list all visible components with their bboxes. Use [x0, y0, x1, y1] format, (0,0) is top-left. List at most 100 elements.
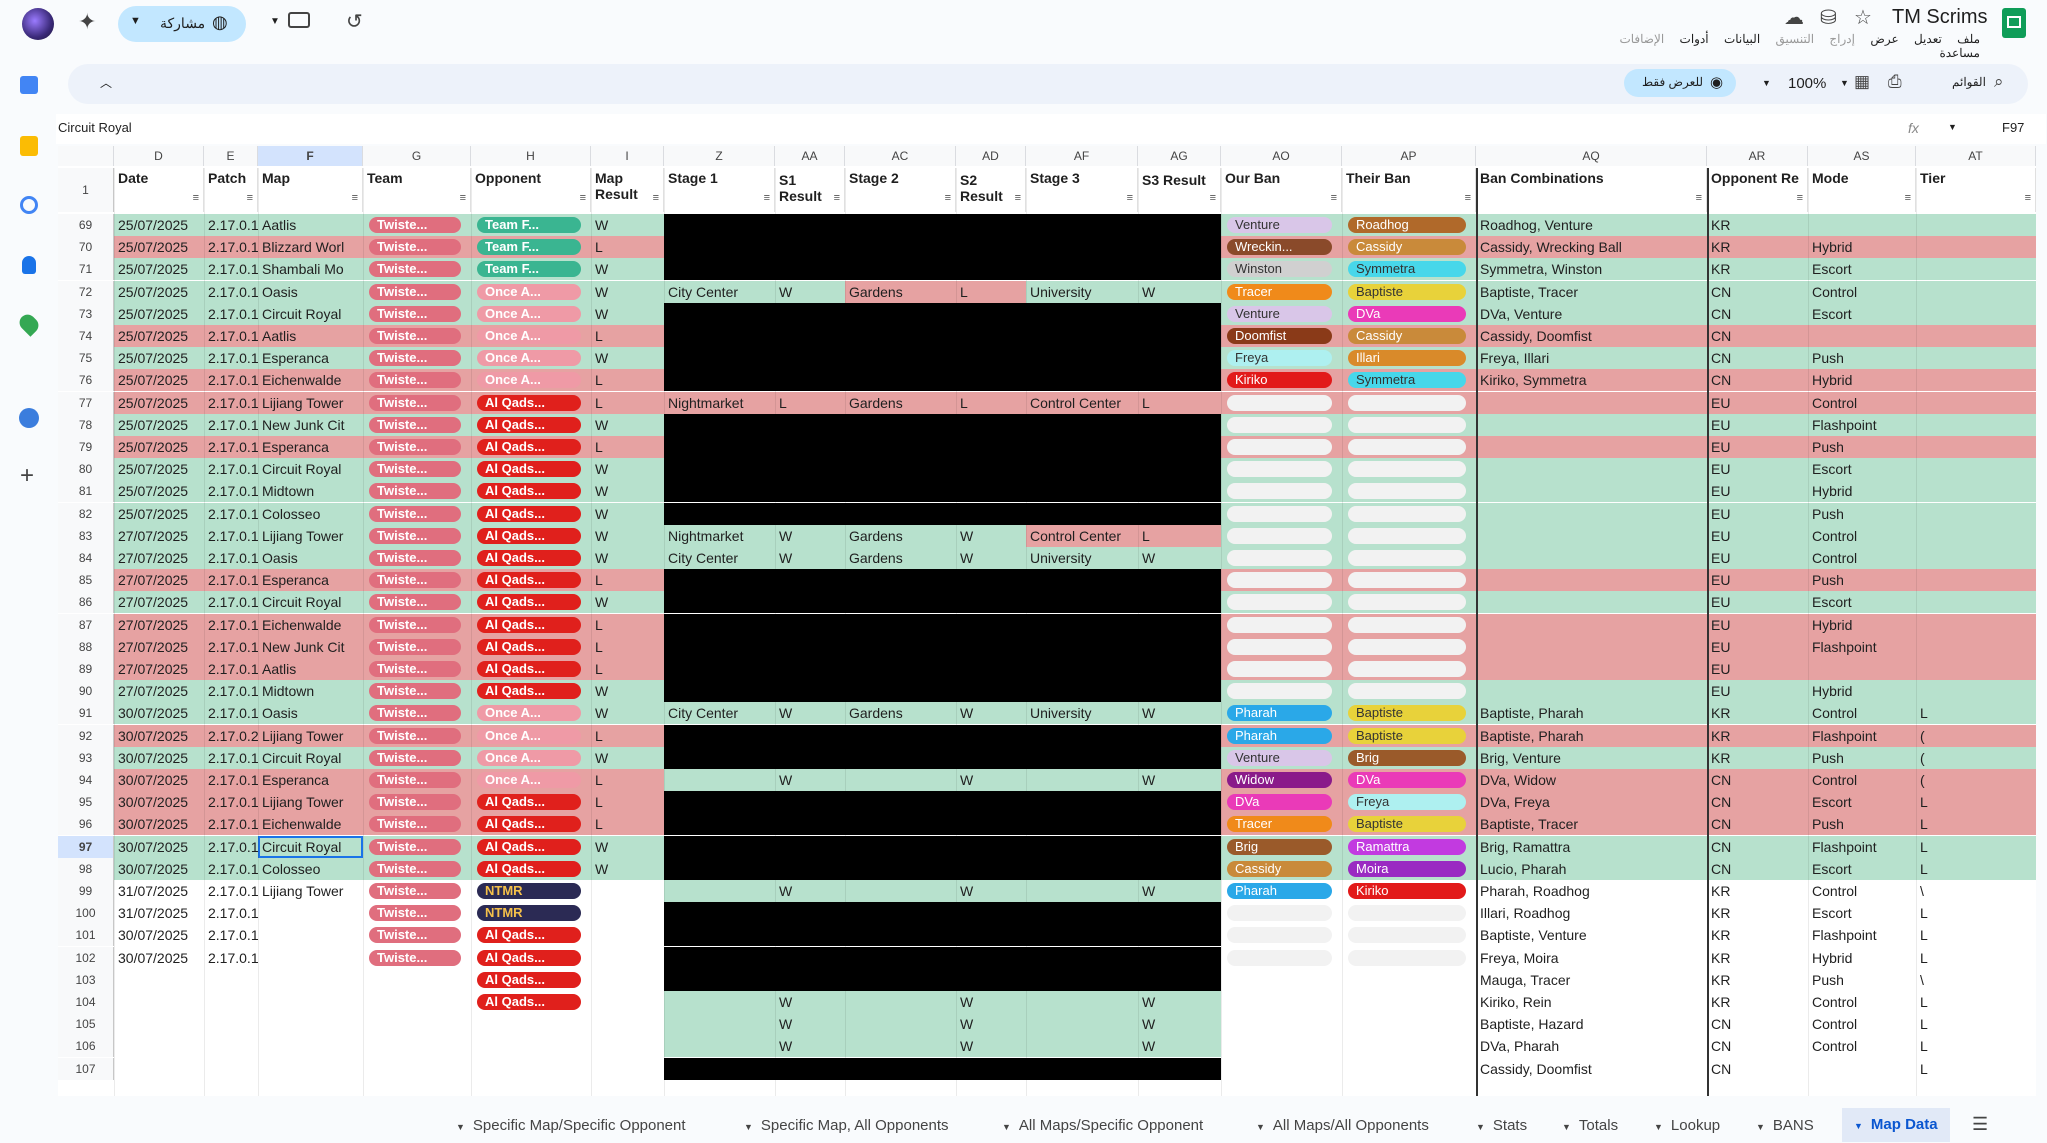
- opponent-chip[interactable]: Al Qads...: [477, 971, 581, 988]
- their-ban-chip[interactable]: Freya: [1348, 794, 1466, 811]
- cell-date[interactable]: 27/07/2025: [114, 547, 204, 569]
- empty-ban-chip[interactable]: [1348, 416, 1466, 433]
- cell-region[interactable]: CN: [1707, 303, 1808, 325]
- our-ban-chip[interactable]: Venture: [1227, 749, 1332, 766]
- cell-r1[interactable]: W: [775, 547, 845, 569]
- cell-region[interactable]: EU: [1707, 547, 1808, 569]
- cell-patch[interactable]: 2.17.0.1: [204, 791, 258, 813]
- empty-ban-chip[interactable]: [1348, 616, 1466, 633]
- opponent-chip[interactable]: Al Qads...: [477, 461, 581, 478]
- calculator-icon[interactable]: ▦: [1854, 70, 1870, 94]
- cell-region[interactable]: CN: [1707, 858, 1808, 880]
- cell-ban[interactable]: Cassidy, Doomfist: [1476, 1058, 1707, 1080]
- cell-mode[interactable]: Control: [1808, 769, 1916, 791]
- chevron-down-icon[interactable]: ▼: [1762, 78, 1771, 88]
- cell-map[interactable]: Aatlis: [258, 214, 363, 236]
- cell-patch[interactable]: 2.17.0.1: [204, 702, 258, 724]
- cell-map[interactable]: Oasis: [258, 281, 363, 303]
- opponent-chip[interactable]: Al Qads...: [477, 638, 581, 655]
- column-header[interactable]: AR: [1707, 146, 1808, 166]
- menu-format[interactable]: التنسيق: [1776, 32, 1815, 46]
- cell-ban[interactable]: Roadhog, Venture: [1476, 214, 1707, 236]
- cell-tier[interactable]: L: [1916, 836, 2036, 858]
- cell-ban[interactable]: Cassidy, Wrecking Ball: [1476, 236, 1707, 258]
- cell-mode[interactable]: Flashpoint: [1808, 836, 1916, 858]
- row-number[interactable]: 76: [58, 369, 114, 392]
- cell-ban[interactable]: Pharah, Roadhog: [1476, 880, 1707, 902]
- opponent-chip[interactable]: Once A...: [477, 772, 581, 788]
- cell-ban[interactable]: Baptiste, Tracer: [1476, 813, 1707, 835]
- cell-region[interactable]: EU: [1707, 658, 1808, 680]
- row-number[interactable]: 100: [58, 902, 114, 925]
- cell-date[interactable]: 25/07/2025: [114, 503, 204, 525]
- cell-r3[interactable]: W: [1138, 1035, 1221, 1057]
- cell-region[interactable]: EU: [1707, 636, 1808, 658]
- cell-patch[interactable]: 2.17.0.1: [204, 547, 258, 569]
- cell-ban[interactable]: Freya, Illari: [1476, 347, 1707, 369]
- row-number[interactable]: 69: [58, 214, 114, 236]
- cell-patch[interactable]: 2.17.0.1: [204, 414, 258, 436]
- team-chip[interactable]: Twiste...: [369, 305, 461, 322]
- cell-res[interactable]: L: [591, 791, 664, 813]
- collapse-menu-icon[interactable]: ︿: [100, 74, 112, 91]
- cell-patch[interactable]: 2.17.0.1: [204, 858, 258, 880]
- cell-r3[interactable]: W: [1138, 1013, 1221, 1035]
- team-chip[interactable]: Twiste...: [369, 572, 461, 589]
- row-number[interactable]: 97: [58, 835, 114, 858]
- team-chip[interactable]: Twiste...: [369, 350, 461, 367]
- cell-res[interactable]: W: [591, 480, 664, 502]
- menu-help[interactable]: مساعدة: [1939, 46, 1980, 60]
- cell-r1[interactable]: W: [775, 1035, 845, 1057]
- cell-region[interactable]: EU: [1707, 503, 1808, 525]
- cell-mode[interactable]: Escort: [1808, 791, 1916, 813]
- empty-ban-chip[interactable]: [1348, 949, 1466, 966]
- sheet-tab[interactable]: ▼ Specific Map, All Opponents: [744, 1116, 949, 1136]
- opponent-chip[interactable]: Al Qads...: [477, 816, 581, 833]
- cell-res[interactable]: L: [591, 236, 664, 258]
- cell-map[interactable]: Esperanca: [258, 436, 363, 458]
- cell-region[interactable]: CN: [1707, 769, 1808, 791]
- empty-ban-chip[interactable]: [1348, 927, 1466, 944]
- cell-region[interactable]: EU: [1707, 614, 1808, 636]
- cell-ban[interactable]: Lucio, Pharah: [1476, 858, 1707, 880]
- empty-ban-chip[interactable]: [1348, 638, 1466, 655]
- team-chip[interactable]: Twiste...: [369, 550, 461, 566]
- team-chip[interactable]: Twiste...: [369, 883, 461, 899]
- cell-s1[interactable]: City Center: [664, 281, 775, 303]
- cell-ban[interactable]: Baptiste, Hazard: [1476, 1013, 1707, 1035]
- cell-s3[interactable]: University: [1026, 281, 1138, 303]
- column-header[interactable]: AF: [1026, 146, 1138, 166]
- empty-ban-chip[interactable]: [1227, 905, 1332, 922]
- cell-r2[interactable]: W: [956, 525, 1026, 547]
- cell-patch[interactable]: 2.17.0.1: [204, 658, 258, 680]
- zoom-select[interactable]: 100%: [1788, 75, 1826, 92]
- gemini-avatar-icon[interactable]: [22, 8, 54, 40]
- empty-ban-chip[interactable]: [1227, 550, 1332, 566]
- cell-patch[interactable]: 2.17.0.1: [204, 614, 258, 636]
- our-ban-chip[interactable]: Pharah: [1227, 883, 1332, 899]
- name-box[interactable]: F97: [2002, 120, 2024, 135]
- cell-region[interactable]: CN: [1707, 791, 1808, 813]
- cell-mode[interactable]: Hybrid: [1808, 947, 1916, 969]
- column-header[interactable]: AA: [775, 146, 845, 166]
- cell-patch[interactable]: 2.17.0.2: [204, 725, 258, 747]
- spreadsheet-grid[interactable]: D E F G H I Z AA AC AD AF AG AO AP AQ AR AS AT 1 Date ≡ Patc…: [58, 146, 2036, 1096]
- cell-res[interactable]: L: [591, 369, 664, 391]
- row-number[interactable]: 71: [58, 258, 114, 281]
- cell-date[interactable]: 25/07/2025: [114, 458, 204, 480]
- cell-r3[interactable]: L: [1138, 525, 1221, 547]
- cell-s1[interactable]: Nightmarket: [664, 525, 775, 547]
- cell-region[interactable]: KR: [1707, 969, 1808, 991]
- calendar-icon[interactable]: [20, 76, 38, 94]
- cell-map[interactable]: Lijiang Tower: [258, 791, 363, 813]
- cell-mode[interactable]: Control: [1808, 702, 1916, 724]
- team-chip[interactable]: Twiste...: [369, 838, 461, 855]
- cell-patch[interactable]: 2.17.0.1: [204, 392, 258, 414]
- cell-region[interactable]: KR: [1707, 947, 1808, 969]
- opponent-chip[interactable]: Al Qads...: [477, 838, 581, 855]
- cell-r3[interactable]: W: [1138, 991, 1221, 1013]
- empty-ban-chip[interactable]: [1348, 594, 1466, 611]
- empty-ban-chip[interactable]: [1348, 661, 1466, 677]
- cell-res[interactable]: W: [591, 258, 664, 280]
- cell-map[interactable]: Circuit Royal: [258, 458, 363, 480]
